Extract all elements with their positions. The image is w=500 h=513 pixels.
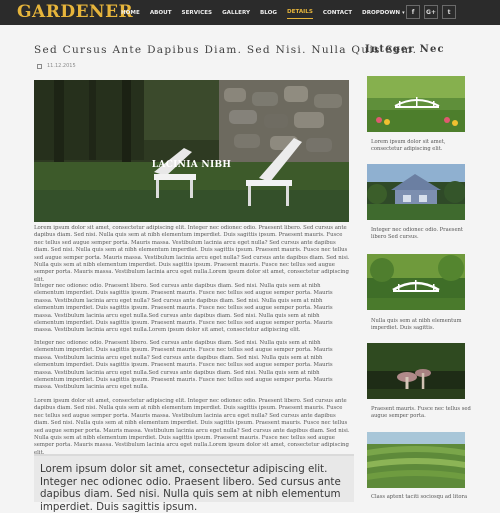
article-paragraph: Lorem ipsum dolor sit amet, consectetur …	[34, 225, 350, 283]
garden-chairs-photo	[34, 80, 349, 222]
article-paragraph: Integer nec odionec odio. Praesent liber…	[34, 283, 333, 334]
post-blockquote: Lorem ipsum dolor sit amet, consectetur …	[34, 454, 354, 513]
mushrooms-photo	[367, 343, 465, 399]
white-bridge-photo	[367, 254, 465, 310]
nav-contact[interactable]: CONTACT	[323, 7, 352, 19]
calendar-icon	[37, 63, 42, 69]
hero-image-caption: LACINIA NIBH	[151, 160, 232, 170]
top-navbar: GARDENER HOME ABOUT SERVICES GALLERY BLO…	[0, 0, 500, 25]
nav-home[interactable]: HOME	[121, 7, 140, 19]
sidebar-thumbnail[interactable]	[367, 76, 465, 132]
sidebar-thumbnail[interactable]	[367, 254, 465, 310]
main-nav: HOME ABOUT SERVICES GALLERY BLOG DETAILS…	[121, 0, 415, 25]
nav-services[interactable]: SERVICES	[182, 7, 213, 19]
sidebar-caption: Praesent mauris. Fusce nec tellus sed au…	[371, 406, 471, 420]
bridge-garden-photo	[367, 76, 465, 132]
article-paragraph: Integer nec odionec odio. Praesent liber…	[34, 340, 333, 391]
sidebar-caption: Lorem ipsum dolor sit amet, consectetur …	[371, 139, 446, 153]
nav-about[interactable]: ABOUT	[150, 7, 172, 19]
post-hero-image: LACINIA NIBH	[34, 80, 349, 222]
sidebar-title: Integer Nec	[365, 44, 445, 55]
article-paragraph: Lorem ipsum dolor sit amet, consectetur …	[34, 398, 350, 456]
sidebar-caption: Nulla quis sem at nibh elementum imperdi…	[371, 318, 462, 332]
nav-dropdown[interactable]: DROPDOWN ▾	[362, 7, 405, 19]
sidebar-thumbnail[interactable]	[367, 343, 465, 399]
blockquote-text: Lorem ipsum dolor sit amet, consectetur …	[40, 463, 341, 513]
house-garden-photo	[367, 164, 465, 220]
nav-details[interactable]: DETAILS	[287, 6, 313, 19]
nav-dropdown-label: DROPDOWN	[362, 9, 401, 16]
facebook-icon[interactable]: f	[406, 5, 420, 19]
post-date-text: 11.12.2015	[47, 63, 76, 69]
sidebar-thumbnail[interactable]	[367, 432, 465, 488]
chevron-down-icon: ▾	[402, 9, 405, 16]
post-date: 11.12.2015	[37, 63, 76, 69]
twitter-icon[interactable]: t	[442, 5, 456, 19]
site-logo[interactable]: GARDENER	[17, 2, 133, 22]
post-title: Sed Cursus Ante Dapibus Diam. Sed Nisi. …	[34, 44, 418, 56]
sidebar-caption: Class aptent taciti sociosqu ad litora	[371, 494, 468, 500]
terrace-fields-photo	[367, 432, 465, 488]
sidebar-caption: Integer nec odionec odio. Praesent liber…	[371, 227, 463, 241]
nav-gallery[interactable]: GALLERY	[222, 7, 250, 19]
google-plus-icon[interactable]: G+	[424, 5, 438, 19]
nav-blog[interactable]: BLOG	[260, 7, 277, 19]
sidebar-thumbnail[interactable]	[367, 164, 465, 220]
